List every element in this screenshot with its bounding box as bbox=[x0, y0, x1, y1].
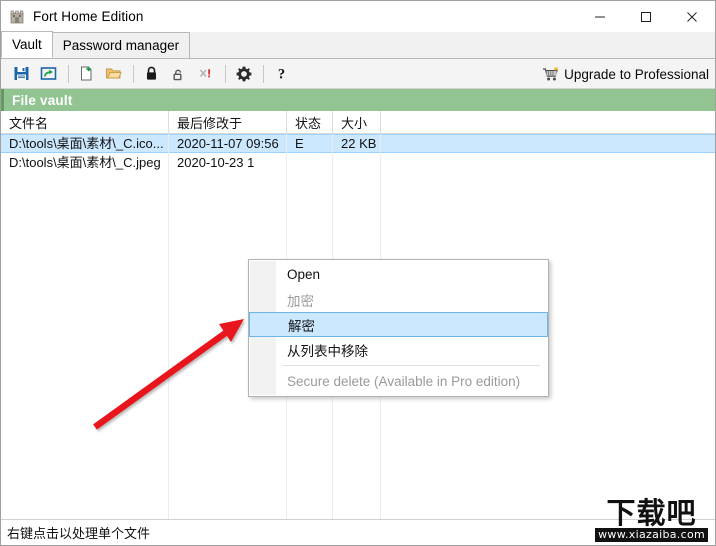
open-folder-icon bbox=[106, 68, 122, 79]
file-list[interactable]: 文件名 最后修改于 状态 大小 D:\tools\桌面\素材\_C.ico...… bbox=[1, 111, 715, 519]
delete-x-icon bbox=[199, 69, 210, 78]
column-filename[interactable]: 文件名 bbox=[1, 111, 169, 134]
export-arrow-icon bbox=[40, 67, 57, 80]
section-title: File vault bbox=[12, 92, 73, 108]
open-folder-button[interactable] bbox=[101, 62, 126, 86]
cell-status: E bbox=[295, 136, 304, 151]
window-controls bbox=[577, 1, 715, 32]
context-menu-decrypt[interactable]: 解密 bbox=[249, 312, 548, 337]
encrypt-button[interactable] bbox=[139, 62, 164, 86]
context-menu-open[interactable]: Open bbox=[249, 262, 548, 287]
new-file-icon bbox=[81, 66, 92, 81]
tab-vault[interactable]: Vault bbox=[1, 31, 53, 58]
column-last-modified-label: 最后修改于 bbox=[177, 116, 243, 131]
add-file-button[interactable] bbox=[74, 62, 99, 86]
cell-last-modified: 2020-10-23 1 bbox=[177, 155, 255, 170]
toolbar-separator bbox=[225, 64, 226, 83]
window-title: Fort Home Edition bbox=[33, 9, 144, 24]
column-size-label: 大小 bbox=[341, 116, 368, 131]
tab-strip: Vault Password manager bbox=[1, 31, 715, 59]
lock-open-icon bbox=[173, 69, 182, 81]
title-bar: Fort Home Edition bbox=[1, 1, 715, 32]
cell-size bbox=[333, 153, 381, 172]
svg-text:?: ? bbox=[278, 66, 285, 82]
minimize-button[interactable] bbox=[577, 1, 623, 32]
table-row[interactable]: D:\tools\桌面\素材\_C.jpeg 2020-10-23 1 bbox=[1, 153, 715, 172]
file-vault-section-header: File vault bbox=[1, 89, 715, 111]
column-header-row: 文件名 最后修改于 状态 大小 bbox=[1, 111, 715, 134]
help-button[interactable]: ? bbox=[269, 62, 294, 86]
toolbar-separator bbox=[68, 64, 69, 83]
save-floppy-icon bbox=[14, 67, 29, 80]
context-menu-secure-delete: Secure delete (Available in Pro edition) bbox=[249, 369, 548, 394]
context-menu[interactable]: Open 加密 解密 从列表中移除 Secure delete (Availab… bbox=[248, 259, 549, 397]
cell-status bbox=[287, 153, 333, 172]
context-menu-remove-from-list-label: 从列表中移除 bbox=[287, 343, 368, 359]
gear-icon bbox=[236, 66, 251, 81]
column-status-label: 状态 bbox=[295, 116, 322, 131]
context-menu-encrypt-label: 加密 bbox=[287, 293, 314, 309]
table-row[interactable]: D:\tools\桌面\素材\_C.ico... 2020-11-07 09:5… bbox=[1, 134, 715, 153]
watermark-url: www.xiazaiba.com bbox=[595, 528, 708, 542]
cell-size: 22 KB bbox=[341, 136, 377, 151]
tab-password-manager-label: Password manager bbox=[62, 38, 180, 53]
decrypt-button[interactable] bbox=[166, 62, 191, 86]
column-status[interactable]: 状态 bbox=[287, 111, 333, 134]
cell-last-modified: 2020-11-07 09:56 bbox=[177, 136, 279, 151]
remove-button[interactable] bbox=[193, 62, 218, 86]
shopping-cart-icon bbox=[542, 66, 559, 82]
toolbar-separator bbox=[133, 64, 134, 83]
context-menu-open-label: Open bbox=[287, 267, 321, 282]
tab-vault-label: Vault bbox=[12, 37, 42, 52]
toolbar: ? Upgrade to Professional bbox=[1, 59, 715, 89]
context-menu-encrypt: 加密 bbox=[249, 287, 548, 312]
maximize-button[interactable] bbox=[623, 1, 669, 32]
question-mark-icon: ? bbox=[278, 66, 285, 82]
toolbar-separator bbox=[263, 64, 264, 83]
tab-password-manager[interactable]: Password manager bbox=[51, 32, 191, 58]
save-button[interactable] bbox=[9, 62, 34, 86]
lock-closed-icon bbox=[147, 66, 156, 80]
cell-filename: D:\tools\桌面\素材\_C.ico... bbox=[9, 136, 164, 151]
site-watermark: 下载吧 www.xiazaiba.com bbox=[595, 499, 708, 542]
watermark-logo: 下载吧 bbox=[606, 496, 697, 530]
close-button[interactable] bbox=[669, 1, 715, 32]
upgrade-to-professional-button[interactable]: Upgrade to Professional bbox=[542, 59, 709, 89]
column-last-modified[interactable]: 最后修改于 bbox=[169, 111, 287, 134]
column-filename-label: 文件名 bbox=[9, 116, 49, 131]
column-size[interactable]: 大小 bbox=[333, 111, 381, 134]
upgrade-label: Upgrade to Professional bbox=[564, 66, 709, 82]
cell-filename: D:\tools\桌面\素材\_C.jpeg bbox=[9, 155, 161, 170]
app-window: Fort Home Edition Vault Password manager bbox=[0, 0, 716, 546]
status-text: 右键点击以处理单个文件 bbox=[7, 526, 151, 541]
export-button[interactable] bbox=[36, 62, 61, 86]
context-menu-remove-from-list[interactable]: 从列表中移除 bbox=[249, 337, 548, 362]
context-menu-secure-delete-label: Secure delete (Available in Pro edition) bbox=[287, 374, 521, 389]
context-menu-decrypt-label: 解密 bbox=[288, 318, 315, 334]
context-menu-separator bbox=[283, 365, 540, 366]
settings-button[interactable] bbox=[231, 62, 256, 86]
fort-tower-icon bbox=[8, 8, 26, 26]
